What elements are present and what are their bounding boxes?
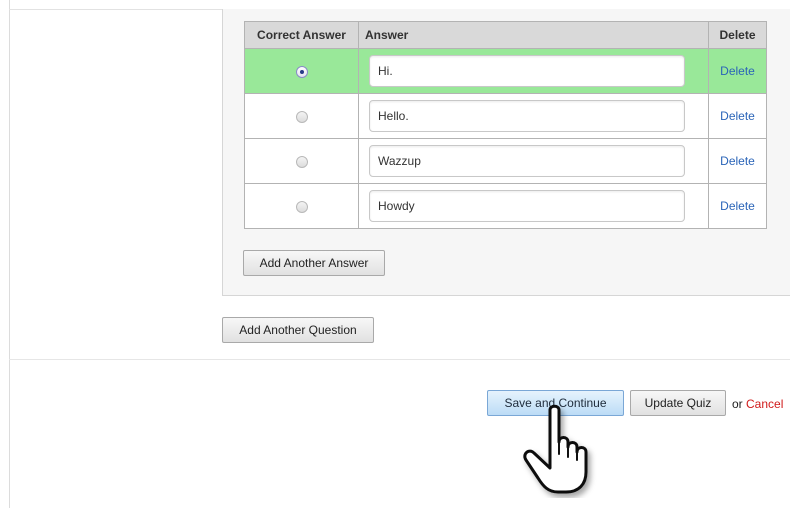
answers-table-header: Correct Answer Answer Delete xyxy=(244,21,767,49)
add-another-question-button[interactable]: Add Another Question xyxy=(222,317,374,343)
hand-pointer-icon xyxy=(523,404,588,494)
correct-answer-radio-1[interactable] xyxy=(295,65,308,78)
delete-cell: Delete xyxy=(708,183,767,229)
correct-answer-radio-2[interactable] xyxy=(295,110,308,123)
delete-cell: Delete xyxy=(708,93,767,139)
answer-row-2: Delete xyxy=(244,93,767,139)
answer-cell xyxy=(358,138,709,184)
section-divider xyxy=(9,359,790,360)
delete-cell: Delete xyxy=(708,48,767,94)
header-delete: Delete xyxy=(708,21,767,49)
answer-cell xyxy=(358,93,709,139)
header-correct-answer: Correct Answer xyxy=(244,21,359,49)
answer-row-4: Delete xyxy=(244,183,767,229)
correct-cell xyxy=(244,138,359,184)
delete-link-4[interactable]: Delete xyxy=(720,199,755,213)
answer-row-3: Delete xyxy=(244,138,767,184)
delete-link-2[interactable]: Delete xyxy=(720,109,755,123)
header-answer: Answer xyxy=(358,21,709,49)
correct-answer-radio-4[interactable] xyxy=(295,200,308,213)
answer-input-2[interactable] xyxy=(369,100,685,132)
answer-input-1[interactable] xyxy=(369,55,685,87)
add-another-answer-button[interactable]: Add Another Answer xyxy=(243,250,385,276)
answer-row-1: Delete xyxy=(244,48,767,94)
answers-table: Correct Answer Answer Delete Delete xyxy=(244,21,767,229)
correct-cell xyxy=(244,48,359,94)
correct-answer-radio-3[interactable] xyxy=(295,155,308,168)
cancel-link[interactable]: Cancel xyxy=(746,397,783,411)
update-quiz-button[interactable]: Update Quiz xyxy=(630,390,726,416)
delete-link-3[interactable]: Delete xyxy=(720,154,755,168)
answer-cell xyxy=(358,183,709,229)
correct-cell xyxy=(244,183,359,229)
correct-cell xyxy=(244,93,359,139)
answer-input-3[interactable] xyxy=(369,145,685,177)
or-text: or xyxy=(732,397,743,411)
delete-cell: Delete xyxy=(708,138,767,184)
answer-cell xyxy=(358,48,709,94)
answer-input-4[interactable] xyxy=(369,190,685,222)
delete-link-1[interactable]: Delete xyxy=(720,64,755,78)
